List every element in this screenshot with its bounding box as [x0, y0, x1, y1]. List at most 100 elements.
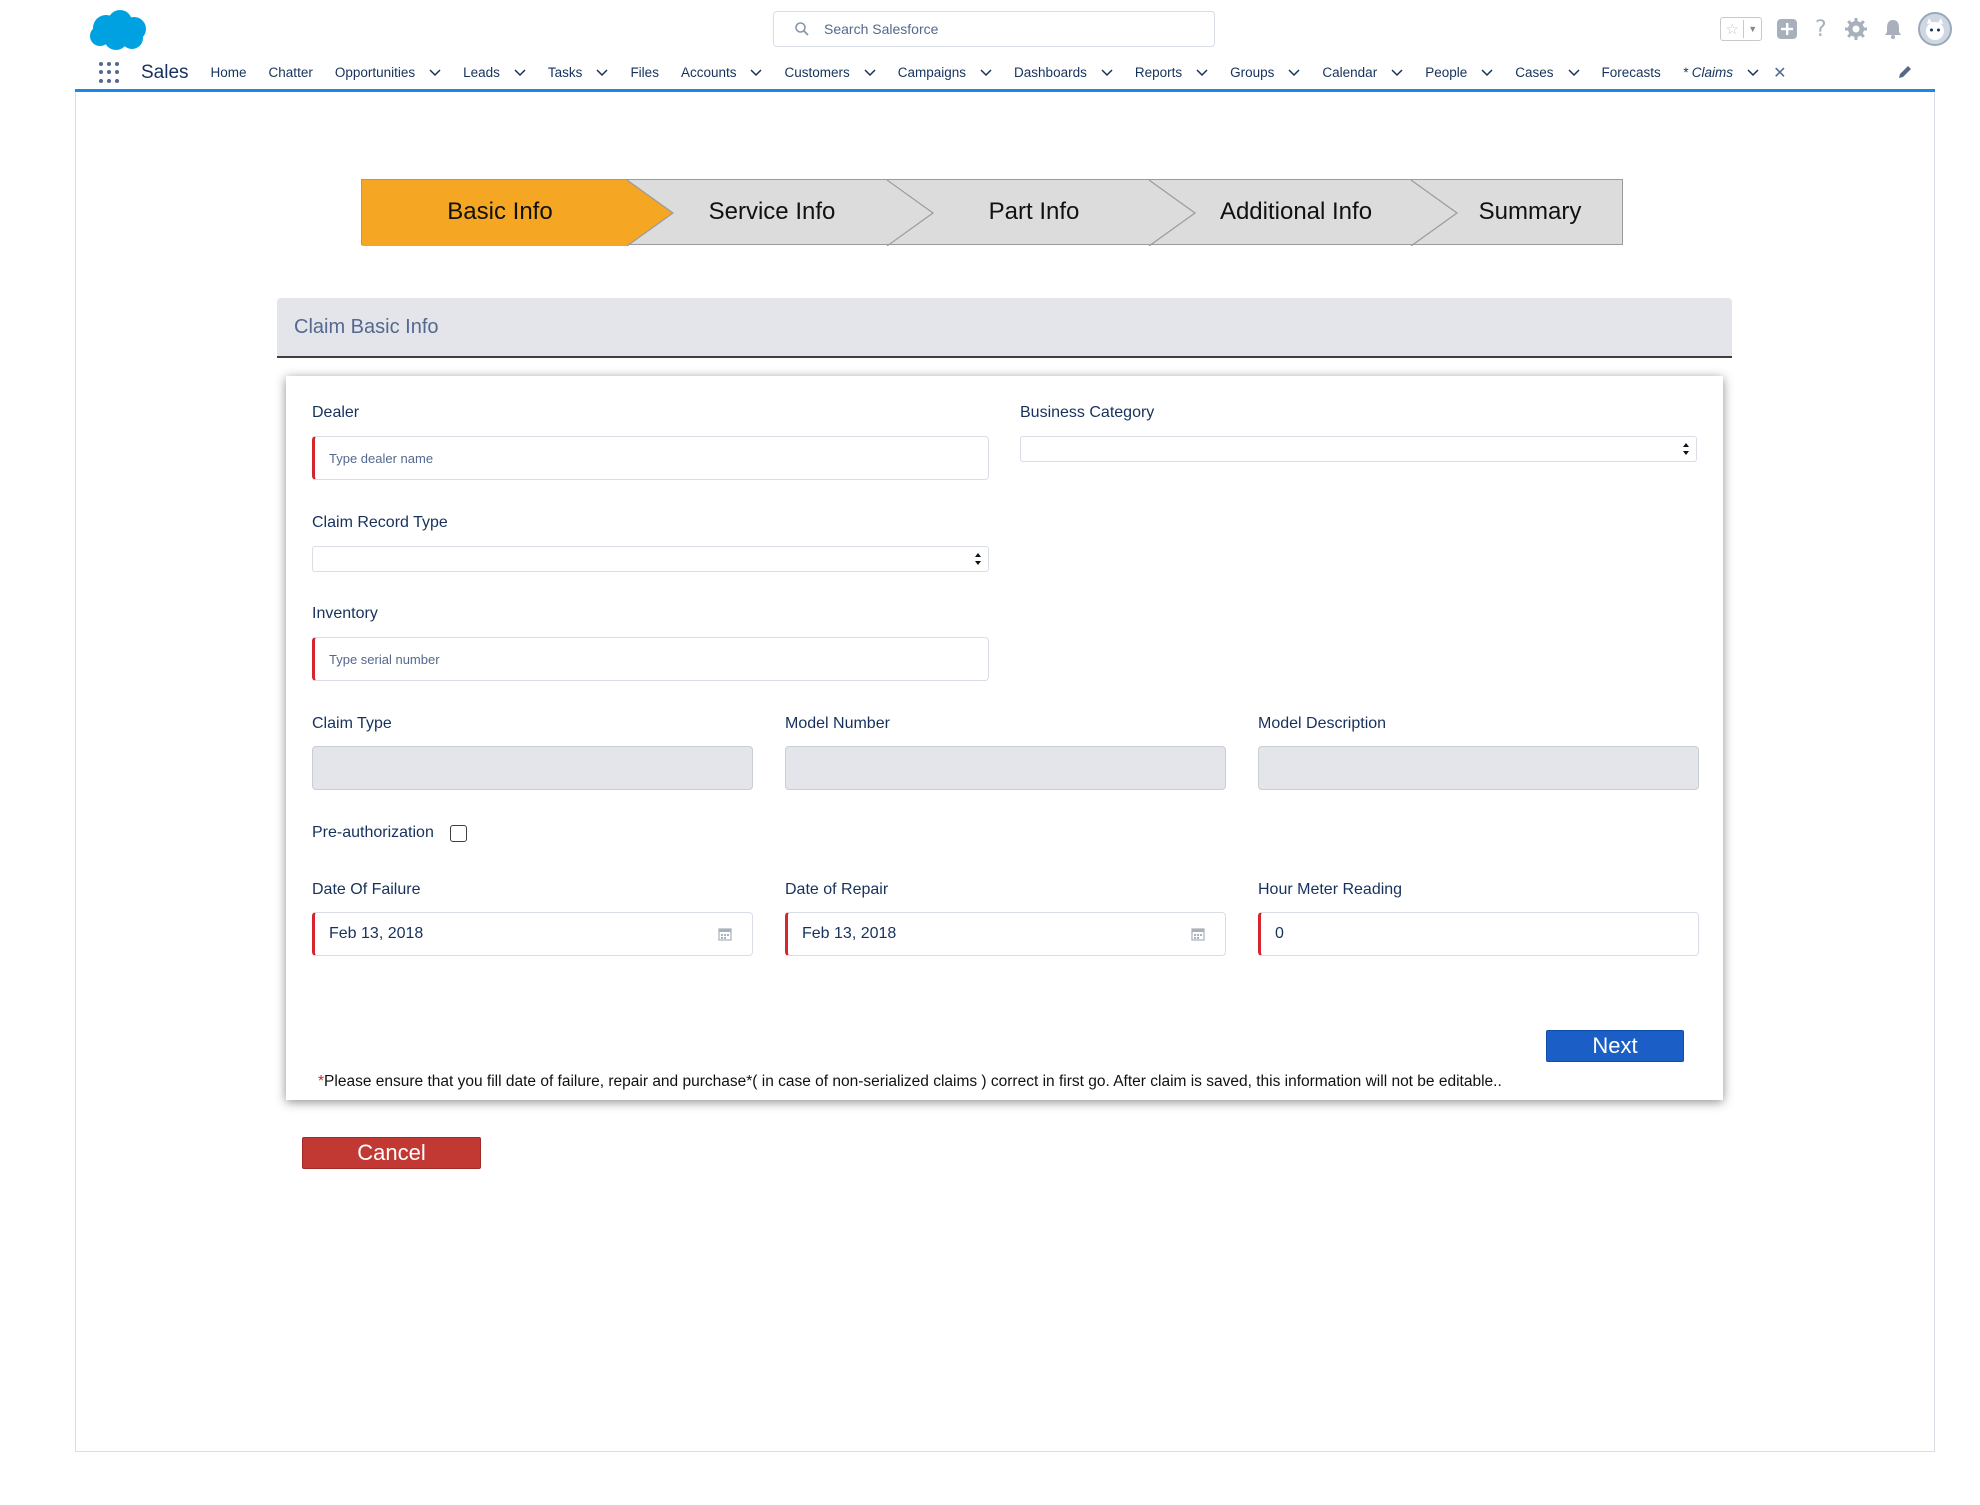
nav-tab-tasks[interactable]: Tasks [548, 65, 609, 80]
chevron-down-icon[interactable] [980, 68, 992, 77]
inventory-label: Inventory [312, 605, 378, 622]
calendar-icon[interactable] [1191, 927, 1205, 941]
chevron-down-icon[interactable] [1391, 68, 1403, 77]
nav-tab-label: Dashboards [1014, 65, 1087, 80]
date-of-repair-label: Date of Repair [785, 881, 889, 898]
step-service-info[interactable]: Service Info [652, 198, 892, 226]
salesforce-cloud-logo[interactable] [86, 8, 150, 54]
edit-nav-pencil-icon[interactable] [1897, 64, 1913, 80]
dealer-placeholder: Type dealer name [329, 450, 434, 466]
chevron-down-icon[interactable] [1101, 68, 1113, 77]
global-search-input[interactable]: Search Salesforce [773, 11, 1215, 47]
note-text: Please ensure that you fill date of fail… [324, 1073, 1502, 1090]
hour-meter-reading-input[interactable]: 0 [1258, 912, 1699, 956]
business-category-select[interactable] [1020, 436, 1697, 462]
nav-tab-customers[interactable]: Customers [784, 65, 876, 80]
claim-type-field [312, 746, 753, 790]
step-basic-info[interactable]: Basic Info [382, 198, 618, 226]
nav-tab-label: People [1425, 65, 1468, 80]
tab-claims-label: * Claims [1682, 65, 1734, 80]
header-utility-icons: ☆ ▼ ? [1706, 12, 1952, 46]
date-of-failure-input[interactable]: Feb 13, 2018 [312, 912, 753, 956]
nav-tab-label: Home [210, 65, 247, 80]
chevron-down-icon[interactable] [514, 68, 526, 77]
chevron-down-icon[interactable] [429, 68, 441, 77]
next-button[interactable]: Next [1546, 1030, 1684, 1062]
select-arrows-icon [975, 553, 981, 565]
help-icon[interactable]: ? [1812, 17, 1830, 41]
nav-tab-home[interactable]: Home [211, 65, 247, 80]
step-part-info[interactable]: Part Info [914, 198, 1154, 226]
hour-meter-reading-label: Hour Meter Reading [1258, 881, 1403, 898]
model-number-field [785, 746, 1226, 790]
nav-tab-accounts[interactable]: Accounts [681, 65, 763, 80]
nav-tab-dashboards[interactable]: Dashboards [1014, 65, 1113, 80]
model-description-field [1258, 746, 1699, 790]
gear-icon[interactable] [1844, 17, 1868, 41]
chevron-down-icon[interactable] [1567, 68, 1580, 77]
nav-tab-people[interactable]: People [1425, 65, 1493, 80]
chevron-down-icon[interactable] [864, 68, 876, 77]
hour-meter-reading-value: 0 [1275, 925, 1284, 942]
date-of-repair-value: Feb 13, 2018 [802, 925, 897, 942]
nav-tab-label: Chatter [268, 65, 313, 80]
nav-tab-groups[interactable]: Groups [1230, 65, 1300, 80]
chevron-down-icon[interactable] [596, 68, 608, 77]
nav-tab-forecasts[interactable]: Forecasts [1602, 65, 1661, 80]
nav-tab-label: Reports [1134, 65, 1183, 80]
model-number-label: Model Number [785, 715, 890, 732]
nav-tab-leads[interactable]: Leads [463, 65, 526, 80]
model-description-label: Model Description [1258, 715, 1387, 732]
global-actions-plus-icon[interactable] [1776, 18, 1798, 40]
nav-tab-label: Customers [784, 65, 850, 80]
search-placeholder: Search Salesforce [824, 21, 939, 37]
claim-basic-info-card: Dealer Type dealer name Business Categor… [286, 376, 1723, 1100]
nav-tab-label: Leads [463, 65, 500, 80]
nav-tab-files[interactable]: Files [630, 65, 659, 80]
chevron-down-icon[interactable] [1196, 68, 1208, 77]
app-name: Sales [141, 61, 189, 83]
business-category-label: Business Category [1020, 404, 1155, 421]
close-tab-icon[interactable]: ✕ [1773, 63, 1786, 83]
nav-tab-cases[interactable]: Cases [1515, 65, 1580, 80]
app-launcher-icon[interactable] [99, 61, 121, 84]
nav-tab-label: Tasks [547, 65, 583, 80]
user-avatar[interactable] [1918, 12, 1952, 46]
search-icon [795, 22, 809, 36]
cancel-button[interactable]: Cancel [302, 1137, 481, 1169]
inventory-placeholder: Type serial number [329, 651, 440, 667]
favorites-button[interactable]: ☆ ▼ [1720, 17, 1762, 41]
section-header: Claim Basic Info [277, 298, 1732, 358]
chevron-down-icon[interactable] [750, 68, 763, 77]
date-of-failure-value: Feb 13, 2018 [329, 925, 424, 942]
nav-tab-label: Calendar [1322, 65, 1378, 80]
date-of-repair-input[interactable]: Feb 13, 2018 [785, 912, 1226, 956]
nav-tab-opportunities[interactable]: Opportunities [335, 65, 441, 80]
select-arrows-icon [1683, 443, 1689, 455]
chevron-down-icon[interactable] [1747, 68, 1759, 77]
dealer-input[interactable]: Type dealer name [312, 436, 989, 480]
nav-tab-reports[interactable]: Reports [1135, 65, 1208, 80]
edit-warning-note: *Please ensure that you fill date of fai… [318, 1073, 1502, 1091]
claim-type-label: Claim Type [312, 715, 392, 732]
preauthorization-checkbox[interactable] [450, 825, 467, 842]
step-additional-info[interactable]: Additional Info [1176, 198, 1416, 226]
progress-steps: Basic Info Service Info Part Info Additi… [361, 179, 1623, 246]
tab-claims[interactable]: * Claims ✕ [1683, 63, 1787, 83]
nav-tab-campaigns[interactable]: Campaigns [898, 65, 992, 80]
step-summary[interactable]: Summary [1438, 198, 1622, 226]
chevron-down-icon[interactable]: ▼ [1744, 24, 1761, 34]
app-navigation-bar: Sales Home Chatter Opportunities Leads Tasks… [75, 56, 1935, 92]
nav-tab-label: Groups [1230, 65, 1275, 80]
chevron-down-icon[interactable] [1288, 68, 1300, 77]
date-of-failure-label: Date Of Failure [312, 881, 421, 898]
inventory-input[interactable]: Type serial number [312, 637, 989, 681]
nav-tab-calendar[interactable]: Calendar [1322, 65, 1403, 80]
calendar-icon[interactable] [718, 927, 732, 941]
notification-bell-icon[interactable] [1882, 18, 1904, 40]
star-icon: ☆ [1721, 20, 1745, 38]
claim-record-type-select[interactable] [312, 546, 989, 572]
nav-tab-chatter[interactable]: Chatter [269, 65, 313, 80]
nav-tab-label: Files [630, 65, 659, 80]
chevron-down-icon[interactable] [1481, 68, 1493, 77]
